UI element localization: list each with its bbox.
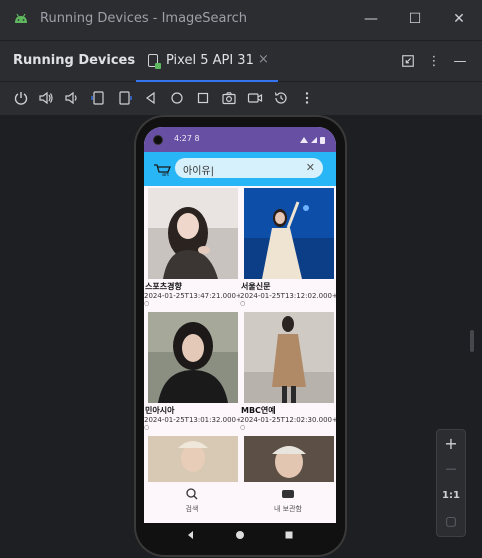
result-source: 서울신문 xyxy=(241,282,271,291)
nav-item-my-storage[interactable]: 내 보관함 xyxy=(240,486,336,522)
zoom-controls: + — 1:1 ▢ xyxy=(436,429,466,537)
tool-window-title: Running Devices xyxy=(13,53,136,68)
result-thumbnail[interactable] xyxy=(148,436,238,482)
nav-back-icon[interactable] xyxy=(186,530,196,540)
home-icon[interactable] xyxy=(169,90,185,106)
screen-record-icon[interactable] xyxy=(247,90,263,106)
clear-search-icon[interactable]: ✕ xyxy=(306,161,315,174)
result-date: 2024-01-25T12:02:30.000+09:00 xyxy=(240,416,336,424)
result-thumbnail[interactable] xyxy=(244,188,334,279)
options-menu-icon[interactable]: ⋮ xyxy=(426,53,442,69)
result-card[interactable] xyxy=(240,434,336,482)
zoom-out-button[interactable]: — xyxy=(437,457,465,479)
result-date: 2024-01-25T13:12:02.000+09:00 xyxy=(240,292,336,300)
maximize-button[interactable]: ☐ xyxy=(404,8,426,30)
status-icons xyxy=(300,137,325,144)
nav-overview-icon[interactable] xyxy=(284,530,294,540)
fit-screen-button[interactable]: ▢ xyxy=(437,510,465,532)
search-input[interactable]: 아이유| xyxy=(183,162,214,177)
status-time: 4:27 8 xyxy=(174,134,200,143)
search-icon xyxy=(186,488,198,500)
screenshot-icon[interactable] xyxy=(221,90,237,106)
result-card[interactable]: MBC연예 2024-01-25T12:02:30.000+09:00 ○ xyxy=(240,310,336,434)
minimize-button[interactable]: — xyxy=(360,8,382,30)
tab-pixel-5-api-31[interactable]: Pixel 5 API 31 × xyxy=(136,41,278,82)
search-bar[interactable]: 아이유| ✕ xyxy=(175,158,323,178)
result-thumbnail[interactable] xyxy=(148,312,238,403)
power-icon[interactable] xyxy=(13,90,29,106)
svg-text:art: art xyxy=(162,172,169,177)
android-icon xyxy=(15,13,27,23)
folder-icon xyxy=(282,490,294,498)
tab-close-icon[interactable]: × xyxy=(258,52,269,67)
result-source: 민아시아 xyxy=(145,406,175,415)
actual-size-button[interactable]: 1:1 xyxy=(437,484,465,506)
nav-label: 내 보관함 xyxy=(274,505,302,513)
result-card[interactable]: 민아시아 2024-01-25T13:01:32.000+09:00 ○ xyxy=(144,310,240,434)
zoom-in-button[interactable]: + xyxy=(437,432,465,454)
hide-panel-icon[interactable]: — xyxy=(452,53,468,69)
nav-home-icon[interactable] xyxy=(235,530,245,540)
result-thumbnail[interactable] xyxy=(244,312,334,403)
system-navigation-bar xyxy=(144,523,336,547)
result-thumbnail[interactable] xyxy=(148,188,238,279)
rotate-left-icon[interactable] xyxy=(90,90,106,106)
overview-icon[interactable] xyxy=(195,90,211,106)
window-title: Running Devices - ImageSearch xyxy=(40,11,247,26)
device-screen[interactable]: 4:27 8 art 아이유| ✕ 스포츠경향 2024-01-25T13:47… xyxy=(144,127,336,547)
more-icon[interactable] xyxy=(299,90,315,106)
result-thumbnail[interactable] xyxy=(244,436,334,482)
nav-label: 검색 xyxy=(185,505,199,513)
favorite-icon[interactable]: ○ xyxy=(144,424,149,431)
result-source: 스포츠경향 xyxy=(145,282,182,291)
result-card[interactable] xyxy=(144,434,240,482)
result-card[interactable]: 서울신문 2024-01-25T13:12:02.000+09:00 ○ xyxy=(240,186,336,310)
status-bar: 4:27 8 xyxy=(144,127,336,152)
tab-label: Pixel 5 API 31 xyxy=(166,53,254,68)
cart-logo-icon: art xyxy=(154,164,171,177)
favorite-icon[interactable]: ○ xyxy=(144,300,149,307)
window-title-bar: Running Devices - ImageSearch — ☐ ✕ xyxy=(0,0,482,40)
close-button[interactable]: ✕ xyxy=(448,8,470,30)
vertical-scrollbar[interactable] xyxy=(470,330,474,352)
camera-cutout xyxy=(153,135,163,145)
result-date: 2024-01-25T13:01:32.000+09:00 xyxy=(144,416,240,424)
device-toolbar xyxy=(0,82,482,116)
result-date: 2024-01-25T13:47:21.000+09:00 xyxy=(144,292,240,300)
back-icon[interactable] xyxy=(143,90,159,106)
app-bar: art 아이유| ✕ xyxy=(144,152,336,186)
favorite-icon[interactable]: ○ xyxy=(240,300,245,307)
volume-up-icon[interactable] xyxy=(38,90,54,106)
result-source: MBC연예 xyxy=(241,406,276,415)
nav-item-search[interactable]: 검색 xyxy=(144,486,240,522)
tool-window-header: Running Devices Pixel 5 API 31 × ⋮ — xyxy=(0,40,482,82)
favorite-icon[interactable]: ○ xyxy=(240,424,245,431)
result-grid[interactable]: 스포츠경향 2024-01-25T13:47:21.000+09:00 ○ 서울… xyxy=(144,186,336,482)
volume-down-icon[interactable] xyxy=(63,90,79,106)
bottom-navigation: 검색 내 보관함 xyxy=(144,482,336,523)
device-icon xyxy=(148,54,161,69)
snapshot-icon[interactable] xyxy=(273,90,289,106)
result-card[interactable]: 스포츠경향 2024-01-25T13:47:21.000+09:00 ○ xyxy=(144,186,240,310)
detach-icon[interactable] xyxy=(400,53,416,69)
rotate-right-icon[interactable] xyxy=(117,90,133,106)
